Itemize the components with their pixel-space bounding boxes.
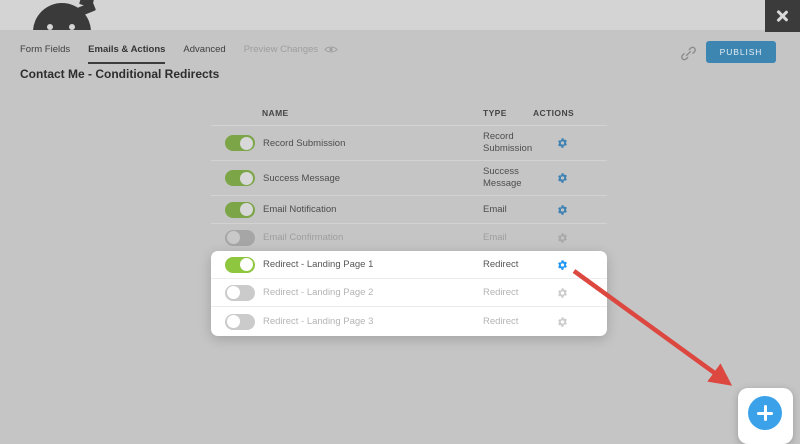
row-name: Redirect - Landing Page 3 (263, 316, 373, 327)
toggle-redirect-landing-page-2[interactable] (225, 285, 255, 301)
toggle-knob (227, 231, 240, 244)
table-header: NAME TYPE ACTIONS (211, 99, 607, 126)
settings-gear-button[interactable] (551, 173, 573, 184)
row-type: Redirect (483, 287, 541, 299)
eye-icon (324, 45, 338, 54)
row-name: Record Submission (263, 138, 345, 149)
gear-icon (557, 204, 568, 215)
row-type: Email (483, 232, 541, 244)
column-header-type: TYPE (483, 108, 507, 118)
row-name: Email Confirmation (263, 232, 343, 243)
close-button[interactable] (765, 0, 800, 32)
row-type: Record Submission (483, 131, 541, 155)
logo-eye (69, 24, 75, 30)
plus-icon (748, 396, 782, 430)
table-row-email-confirmation[interactable]: Email Confirmation Email (211, 224, 607, 251)
top-bar (0, 0, 800, 30)
toggle-knob (240, 258, 253, 271)
row-type: Redirect (483, 316, 541, 328)
row-name: Email Notification (263, 204, 336, 215)
row-name: Success Message (263, 173, 340, 184)
gear-icon (557, 259, 568, 270)
settings-gear-button[interactable] (551, 259, 573, 270)
gear-icon (557, 232, 568, 243)
toggle-knob (240, 137, 253, 150)
table-row-redirect-landing-page-2[interactable]: Redirect - Landing Page 2 Redirect (211, 279, 607, 307)
tab-preview-changes-label: Preview Changes (244, 44, 318, 55)
toggle-knob (227, 315, 240, 328)
logo-eye (47, 24, 53, 30)
tab-advanced[interactable]: Advanced (183, 44, 225, 62)
row-type: Redirect (483, 259, 541, 271)
add-action-button[interactable] (738, 388, 793, 444)
gear-icon (557, 287, 568, 298)
highlighted-panel: Redirect - Landing Page 1 Redirect Redir… (211, 251, 607, 336)
settings-gear-button[interactable] (551, 287, 573, 298)
column-header-actions: ACTIONS (533, 108, 574, 118)
tab-emails-actions[interactable]: Emails & Actions (88, 44, 165, 64)
actions-table: NAME TYPE ACTIONS Record Submission Reco… (211, 99, 607, 336)
row-type: Success Message (483, 166, 541, 190)
gear-icon (557, 316, 568, 327)
table-row-redirect-landing-page-1[interactable]: Redirect - Landing Page 1 Redirect (211, 251, 607, 279)
publish-button[interactable]: PUBLISH (706, 41, 776, 63)
gear-icon (557, 173, 568, 184)
column-header-name: NAME (262, 108, 289, 118)
table-row-email-notification[interactable]: Email Notification Email (211, 196, 607, 224)
settings-gear-button[interactable] (551, 204, 573, 215)
settings-gear-button[interactable] (551, 232, 573, 243)
toggle-record-submission[interactable] (225, 135, 255, 151)
page-title: Contact Me - Conditional Redirects (20, 67, 219, 81)
toggle-success-message[interactable] (225, 170, 255, 186)
toggle-redirect-landing-page-1[interactable] (225, 257, 255, 273)
settings-gear-button[interactable] (551, 138, 573, 149)
row-type: Email (483, 204, 541, 216)
table-row-redirect-landing-page-3[interactable]: Redirect - Landing Page 3 Redirect (211, 307, 607, 336)
row-name: Redirect - Landing Page 1 (263, 259, 373, 270)
tab-form-fields[interactable]: Form Fields (20, 44, 70, 62)
toggle-email-confirmation[interactable] (225, 230, 255, 246)
toggle-knob (240, 172, 253, 185)
table-row-success-message[interactable]: Success Message Success Message (211, 161, 607, 196)
link-icon[interactable] (680, 45, 697, 62)
table-row-record-submission[interactable]: Record Submission Record Submission (211, 126, 607, 161)
row-name: Redirect - Landing Page 2 (263, 287, 373, 298)
toggle-knob (240, 203, 253, 216)
toggle-redirect-landing-page-3[interactable] (225, 314, 255, 330)
tab-bar: Form Fields Emails & Actions Advanced Pr… (20, 44, 338, 64)
toggle-email-notification[interactable] (225, 202, 255, 218)
toggle-knob (227, 286, 240, 299)
gear-icon (557, 138, 568, 149)
tab-preview-changes[interactable]: Preview Changes (244, 44, 338, 62)
settings-gear-button[interactable] (551, 316, 573, 327)
